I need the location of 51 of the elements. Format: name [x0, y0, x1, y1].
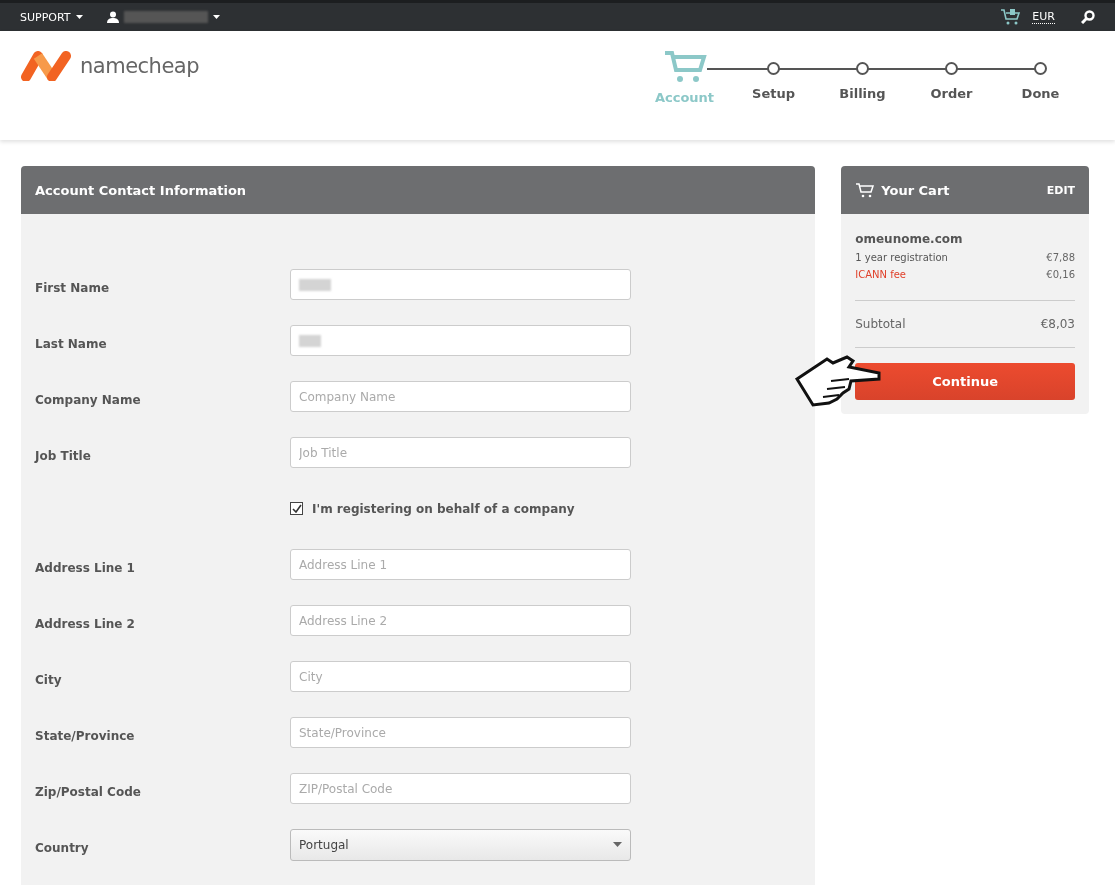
line-price: €0,16	[1046, 269, 1075, 280]
step-label: Order	[930, 86, 973, 101]
field-label: Last Name	[35, 335, 108, 351]
input-field[interactable]	[290, 325, 631, 356]
input-field[interactable]: State/Province	[290, 717, 631, 748]
currency-link[interactable]: EUR	[1032, 10, 1055, 24]
field-label: State/Province	[35, 727, 136, 743]
subtotal-value: €8,03	[1040, 317, 1075, 331]
step-label: Billing	[839, 86, 886, 101]
step-label: Account	[654, 90, 715, 105]
step-label: Setup	[752, 86, 795, 101]
redacted-value	[299, 334, 321, 347]
logo-icon	[20, 51, 72, 81]
line-item: ICANN fee	[855, 269, 906, 280]
form-header: Account Contact Information	[21, 166, 816, 214]
field-label: First Name	[35, 279, 111, 295]
edit-link[interactable]: EDIT	[1046, 183, 1075, 197]
field-label: City	[35, 671, 63, 687]
input-field[interactable]: Address Line 1	[290, 549, 631, 580]
input-field[interactable]: City	[290, 661, 631, 692]
country-select[interactable]: Portugal	[290, 828, 631, 861]
field-label: Address Line 2	[35, 615, 136, 631]
input-field[interactable]: ZIP/Postal Code	[290, 773, 631, 804]
line-item: 1 year registration	[855, 252, 948, 263]
cart-icon[interactable]	[1000, 8, 1023, 26]
field-label: Zip/Postal Code	[35, 783, 142, 799]
account-menu[interactable]	[106, 11, 220, 23]
input-field[interactable]: Job Title	[290, 437, 631, 468]
logo-text: namecheap	[80, 54, 200, 78]
checkbox-label: I'm registering on behalf of a company	[312, 501, 575, 516]
search-icon[interactable]	[1081, 10, 1095, 24]
field-label: Address Line 1	[35, 559, 136, 575]
subtotal-label: Subtotal	[855, 317, 906, 331]
user-icon	[106, 11, 119, 23]
input-field[interactable]	[290, 269, 631, 300]
caret-icon	[75, 15, 83, 19]
input-field[interactable]: Company Name	[290, 381, 631, 412]
support-menu[interactable]: SUPPORT	[20, 10, 83, 24]
caret-icon	[212, 15, 220, 19]
field-label: Company Name	[35, 391, 142, 407]
field-label: Country	[35, 839, 90, 855]
field-label: Job Title	[35, 447, 92, 463]
input-field[interactable]: Address Line 2	[290, 605, 631, 636]
domain-name: omeunome.com	[855, 232, 964, 246]
step-label: Done	[1021, 86, 1060, 101]
redacted-value	[299, 278, 331, 291]
caret-icon	[613, 842, 622, 847]
checkbox[interactable]	[290, 502, 303, 515]
cart-icon	[855, 182, 876, 198]
line-price: €7,88	[1046, 252, 1075, 263]
cart-title: Your Cart	[881, 182, 950, 198]
